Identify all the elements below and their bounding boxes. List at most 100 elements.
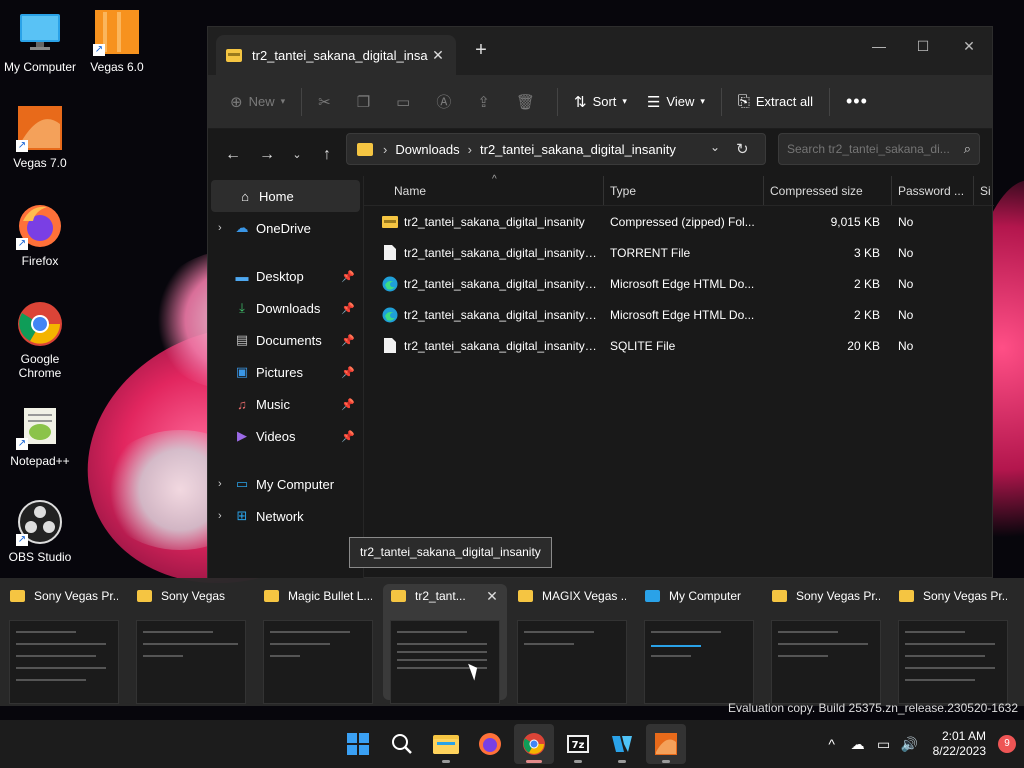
switcher-window-card[interactable]: Sony Vegas Pr... xyxy=(2,584,126,704)
file-icon xyxy=(382,338,398,354)
desktop-icon-notepadpp[interactable]: ↗ Notepad++ xyxy=(0,402,80,468)
switcher-window-card[interactable]: Sony Vegas Pr... xyxy=(891,584,1015,704)
close-window-button[interactable]: ✕ xyxy=(946,31,992,61)
start-button[interactable] xyxy=(338,724,378,764)
taskbar-chrome[interactable] xyxy=(514,724,554,764)
sort-button[interactable]: ⇅ Sort ▾ xyxy=(564,85,637,119)
window-title: Magic Bullet L... xyxy=(288,589,372,603)
close-window-button[interactable]: ✕ xyxy=(485,588,499,605)
new-tab-button[interactable]: + xyxy=(470,39,492,61)
column-header-compressed-size[interactable]: Compressed size xyxy=(764,176,892,205)
nav-item-documents[interactable]: ▤ Documents 📌 xyxy=(208,324,363,356)
refresh-button[interactable]: ↻ xyxy=(736,140,749,158)
clock-date: 8/22/2023 xyxy=(932,744,986,758)
nav-item-my-computer[interactable]: › ▭ My Computer xyxy=(208,468,363,500)
chevron-right-icon[interactable]: › xyxy=(218,510,234,522)
file-row[interactable]: tr2_tantei_sakana_digital_insanity_f... … xyxy=(364,268,994,299)
taskbar-file-explorer[interactable] xyxy=(426,724,466,764)
share-button[interactable]: ⇪ xyxy=(467,85,506,119)
breadcrumb-current-folder[interactable]: tr2_tantei_sakana_digital_insanity xyxy=(480,142,676,157)
up-button[interactable]: ↑ xyxy=(310,138,344,172)
music-icon: ♫ xyxy=(237,396,247,412)
file-row[interactable]: tr2_tantei_sakana_digital_insanity_... M… xyxy=(364,299,994,330)
title-bar[interactable]: tr2_tantei_sakana_digital_insa ✕ + — ☐ ✕ xyxy=(208,27,992,75)
nav-item-desktop[interactable]: ▬ Desktop 📌 xyxy=(208,260,363,292)
switcher-window-card-selected[interactable]: tr2_tant... ✕ xyxy=(383,584,507,704)
clipboard-icon: ▭ xyxy=(396,93,411,111)
breadcrumb-downloads[interactable]: Downloads xyxy=(395,142,459,157)
recent-locations-button[interactable]: ⌄ xyxy=(284,138,310,172)
nav-item-home[interactable]: ⌂ Home xyxy=(211,180,360,212)
desktop-icon-chrome[interactable]: Google Chrome xyxy=(0,300,80,380)
chevron-right-icon[interactable]: › xyxy=(218,478,234,490)
svg-text:7z: 7z xyxy=(572,740,585,751)
file-size: 2 KB xyxy=(853,307,880,322)
nav-item-pictures[interactable]: ▣ Pictures 📌 xyxy=(208,356,363,388)
command-bar: ⊕ New ▾ ✂ ❐ ▭ Ⓐ ⇪ 🗑 ⇅ Sort ▾ ☰ View ▾ ⎘ Extract… xyxy=(208,75,992,129)
minimize-button[interactable]: — xyxy=(856,31,902,61)
switcher-window-card[interactable]: Magic Bullet L... xyxy=(256,584,380,704)
file-row[interactable]: tr2_tantei_sakana_digital_insanity_... S… xyxy=(364,330,994,361)
window-thumbnail xyxy=(390,620,500,704)
address-bar[interactable]: › Downloads › tr2_tantei_sakana_digital_… xyxy=(346,133,766,165)
switcher-window-card[interactable]: Sony Vegas xyxy=(129,584,253,704)
extract-all-button[interactable]: ⎘ Extract all xyxy=(728,85,823,119)
pin-icon: 📌 xyxy=(341,334,355,347)
more-options-button[interactable]: ••• xyxy=(836,85,878,119)
clock[interactable]: 2:01 AM 8/22/2023 xyxy=(933,729,986,759)
new-button[interactable]: ⊕ New ▾ xyxy=(220,85,295,119)
delete-button[interactable]: 🗑 xyxy=(506,85,551,119)
clock-time: 2:01 AM xyxy=(941,729,986,743)
explorer-tab[interactable]: tr2_tantei_sakana_digital_insa ✕ xyxy=(216,35,456,75)
rename-button[interactable]: Ⓐ xyxy=(426,85,467,119)
onedrive-offline-icon[interactable]: ☁ xyxy=(845,736,871,753)
notification-badge[interactable]: 9 xyxy=(998,735,1016,753)
chevron-up-icon[interactable]: ^ xyxy=(819,736,845,752)
switcher-window-card[interactable]: My Computer xyxy=(637,584,761,704)
switcher-window-card[interactable]: Sony Vegas Pr... xyxy=(764,584,888,704)
desktop-icon-my-computer[interactable]: My Computer xyxy=(0,8,80,74)
view-button[interactable]: ☰ View ▾ xyxy=(637,85,715,119)
switcher-window-card[interactable]: MAGIX Vegas ... xyxy=(510,584,634,704)
nav-item-downloads[interactable]: ⤓ Downloads 📌 xyxy=(208,292,363,324)
copy-button[interactable]: ❐ xyxy=(347,85,386,119)
taskbar-vegas[interactable] xyxy=(646,724,686,764)
desktop-icon-vegas7[interactable]: ↗ Vegas 7.0 xyxy=(0,104,80,170)
taskbar-firefox[interactable] xyxy=(470,724,510,764)
paste-button[interactable]: ▭ xyxy=(386,85,426,119)
network-icon[interactable]: ▭ xyxy=(871,736,897,753)
desktop-icon-firefox[interactable]: ↗ Firefox xyxy=(0,202,80,268)
film-clapper-icon xyxy=(612,736,632,752)
file-explorer-window[interactable]: tr2_tantei_sakana_digital_insa ✕ + — ☐ ✕… xyxy=(207,26,994,578)
column-header-password[interactable]: Password ... xyxy=(892,176,974,205)
nav-item-onedrive[interactable]: › ☁ OneDrive xyxy=(208,212,363,244)
search-box[interactable]: ⌕ xyxy=(778,133,980,165)
file-row[interactable]: tr2_tantei_sakana_digital_insanity_a... … xyxy=(364,237,994,268)
address-dropdown-button[interactable]: ⌄ xyxy=(710,140,720,154)
desktop-icon-vegas6[interactable]: ↗ Vegas 6.0 xyxy=(77,8,157,74)
back-button[interactable]: ← xyxy=(216,138,250,172)
pin-icon: 📌 xyxy=(341,398,355,411)
volume-icon[interactable]: 🔊 xyxy=(897,736,923,753)
search-button[interactable] xyxy=(382,724,422,764)
nav-item-videos[interactable]: ▶ Videos 📌 xyxy=(208,420,363,452)
cut-button[interactable]: ✂ xyxy=(308,85,347,119)
maximize-button[interactable]: ☐ xyxy=(900,31,946,61)
taskbar: 7z ^ ☁ ▭ 🔊 2:01 AM 8/22/2023 9 xyxy=(0,720,1024,768)
column-header-size[interactable]: Si xyxy=(974,176,994,205)
nav-item-music[interactable]: ♫ Music 📌 xyxy=(208,388,363,420)
desktop-icon-obs[interactable]: ↗ OBS Studio xyxy=(0,498,80,564)
file-row[interactable]: tr2_tantei_sakana_digital_insanity Compr… xyxy=(364,206,994,237)
column-header-type[interactable]: Type xyxy=(604,176,764,205)
search-input[interactable] xyxy=(787,142,964,156)
nav-item-network[interactable]: › ⊞ Network xyxy=(208,500,363,532)
tab-close-button[interactable]: ✕ xyxy=(430,47,446,64)
taskbar-video-editor[interactable] xyxy=(602,724,642,764)
chevron-right-icon[interactable]: › xyxy=(218,222,234,234)
scissors-icon: ✂ xyxy=(318,93,331,111)
taskbar-7zip[interactable]: 7z xyxy=(558,724,598,764)
file-icon xyxy=(382,245,398,261)
column-header-name[interactable]: Name xyxy=(364,176,604,205)
file-password: No xyxy=(898,307,914,322)
forward-button[interactable]: → xyxy=(250,138,284,172)
